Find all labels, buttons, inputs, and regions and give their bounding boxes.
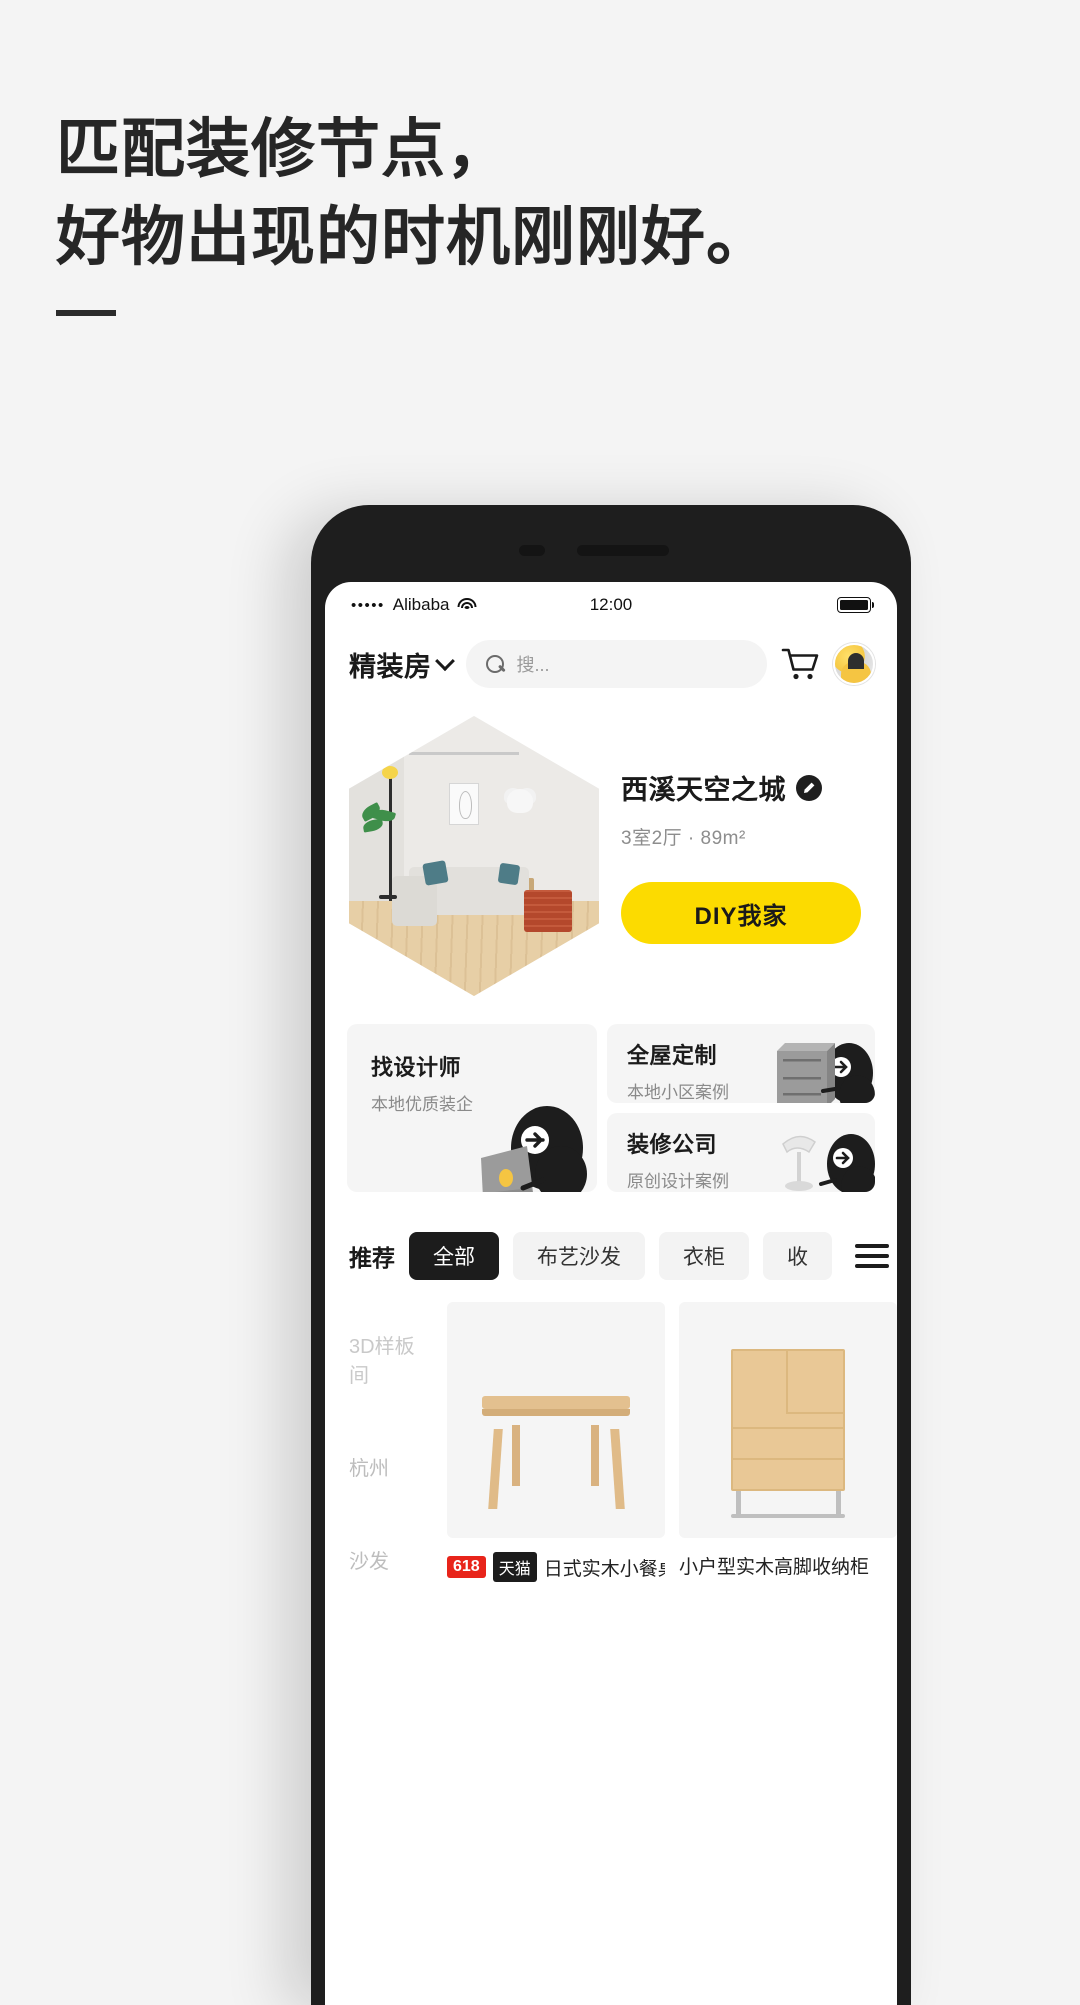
service-card-custom[interactable]: 全屋定制 本地小区案例 — [607, 1024, 875, 1103]
badge-618: 618 — [447, 1556, 486, 1578]
product-card[interactable]: 618 天猫 日式实木小餐桌 — [447, 1302, 665, 1638]
carrier-name: Alibaba — [392, 595, 450, 614]
hamburger-menu-icon[interactable] — [855, 1238, 889, 1274]
phone-screen: ••••• Alibaba 12:00 精装房 搜... 西溪天空之城 3室2厅… — [325, 582, 897, 2005]
phone-mockup: ••••• Alibaba 12:00 精装房 搜... 西溪天空之城 3室2厅… — [311, 505, 911, 2005]
headline-line-1: 匹配装修节点， — [56, 113, 511, 185]
search-input[interactable]: 搜... — [465, 640, 767, 688]
service-subtitle: 原创设计案例 — [627, 1172, 729, 1191]
room-photo-hex[interactable] — [349, 716, 599, 996]
brand-label: 精装房 — [349, 651, 432, 682]
sidebar-item-3d-showroom[interactable]: 3D样板间 — [349, 1330, 433, 1388]
battery-icon — [837, 597, 874, 613]
home-spec: 3室2厅 · 89m² — [621, 828, 746, 849]
product-section: 3D样板间 杭州 沙发 618 天猫 日式实木小餐桌 小户型实木高脚收纳柜 — [325, 1302, 897, 1638]
page-title: 西溪天空之城 — [621, 775, 786, 805]
home-info: 西溪天空之城 3室2厅 · 89m² DIY我家 — [615, 768, 873, 944]
brand-selector[interactable]: 精装房 — [349, 645, 455, 684]
badge-tmall: 天猫 — [492, 1552, 537, 1582]
product-title: 日式实木小餐桌 — [543, 1558, 665, 1580]
sidebar-item-hangzhou[interactable]: 杭州 — [349, 1452, 433, 1481]
filter-chip-all[interactable]: 全部 — [409, 1232, 499, 1280]
pencil-edit-icon[interactable] — [796, 774, 822, 801]
avatar[interactable] — [833, 643, 875, 685]
service-subtitle: 本地优质装企 — [371, 1095, 473, 1114]
service-title: 装修公司 — [627, 1132, 718, 1157]
shopping-cart-icon[interactable] — [781, 647, 819, 681]
product-title: 小户型实木高脚收纳柜 — [679, 1557, 870, 1578]
earpiece-speaker-icon — [577, 545, 669, 556]
service-card-company[interactable]: 装修公司 原创设计案例 — [607, 1113, 875, 1192]
side-nav: 3D样板间 杭州 沙发 — [349, 1302, 433, 1638]
signal-strength-icon: ••••• — [351, 596, 385, 614]
status-bar: ••••• Alibaba 12:00 — [325, 582, 897, 628]
filter-chips: 全部 布艺沙发 衣柜 收 — [409, 1232, 841, 1280]
service-title: 找设计师 — [371, 1055, 462, 1080]
service-subtitle: 本地小区案例 — [627, 1083, 729, 1102]
product-image-dining-table — [447, 1302, 665, 1538]
status-left: ••••• Alibaba — [351, 595, 477, 615]
chevron-down-icon — [434, 651, 455, 672]
wifi-icon — [457, 597, 477, 613]
product-image-storage-cabinet — [679, 1302, 897, 1538]
search-icon — [485, 654, 505, 674]
headline-block: 匹配装修节点， 好物出现的时机刚刚好。 — [56, 105, 916, 316]
front-camera-icon — [519, 545, 545, 556]
search-placeholder: 搜... — [516, 655, 550, 675]
recommend-filter-row: 推荐 全部 布艺沙发 衣柜 收 — [325, 1192, 897, 1302]
filter-chip-wardrobe[interactable]: 衣柜 — [659, 1232, 749, 1280]
sidebar-item-sofa[interactable]: 沙发 — [349, 1545, 433, 1574]
service-title: 全屋定制 — [627, 1043, 718, 1068]
product-grid: 618 天猫 日式实木小餐桌 小户型实木高脚收纳柜 — [447, 1302, 897, 1638]
filter-chip-storage[interactable]: 收 — [763, 1232, 832, 1280]
filter-chip-fabric-sofa[interactable]: 布艺沙发 — [513, 1232, 645, 1280]
product-card[interactable]: 小户型实木高脚收纳柜 — [679, 1302, 897, 1638]
headline-rule — [56, 309, 116, 316]
home-hero: 西溪天空之城 3室2厅 · 89m² DIY我家 — [325, 700, 897, 1002]
service-cards: 找设计师 本地优质装企 全屋定制 本地小区案例 装修公司 原创设计案例 — [325, 1002, 897, 1192]
service-cards-right: 全屋定制 本地小区案例 装修公司 原创设计案例 — [607, 1024, 875, 1192]
diy-home-button[interactable]: DIY我家 — [621, 882, 861, 944]
service-card-designer[interactable]: 找设计师 本地优质装企 — [347, 1024, 597, 1192]
recommend-label: 推荐 — [349, 1245, 395, 1271]
app-header: 精装房 搜... — [325, 628, 897, 700]
status-right — [837, 597, 874, 613]
headline-line-2: 好物出现的时机刚刚好。 — [56, 201, 771, 274]
